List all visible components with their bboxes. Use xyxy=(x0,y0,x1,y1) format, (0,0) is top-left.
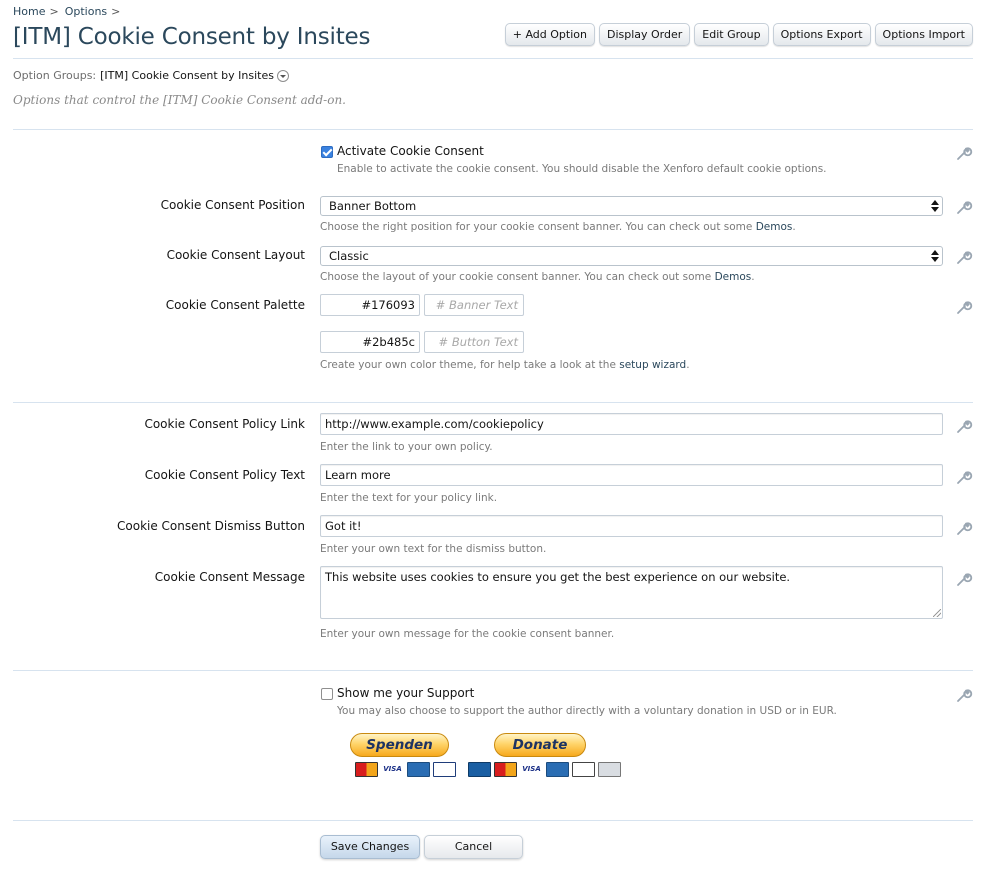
divider xyxy=(13,129,973,130)
group-description: Options that control the [ITM] Cookie Co… xyxy=(13,93,346,107)
palette-label: Cookie Consent Palette xyxy=(165,298,305,312)
usd-payment-cards: VISA xyxy=(468,762,621,777)
donate-eur-button[interactable]: Spenden xyxy=(350,733,449,757)
dismiss-hint: Enter your own text for the dismiss butt… xyxy=(320,543,547,555)
select-arrows-icon xyxy=(931,199,939,213)
options-import-button[interactable]: Options Import xyxy=(874,23,973,46)
policy-text-label: Cookie Consent Policy Text xyxy=(144,468,305,482)
banner-color-input[interactable]: #176093 xyxy=(320,294,420,316)
button-text-input[interactable]: # Button Text xyxy=(424,331,524,353)
activate-label[interactable]: Activate Cookie Consent xyxy=(337,144,484,158)
layout-hint-text: Choose the layout of your cookie consent… xyxy=(320,271,715,283)
button-color-input[interactable]: #2b485c xyxy=(320,331,420,353)
wrench-icon[interactable] xyxy=(955,570,973,588)
banner-text-input[interactable]: # Banner Text xyxy=(424,294,524,316)
policy-link-input[interactable]: http://www.example.com/cookiepolicy xyxy=(320,413,943,435)
activate-checkbox[interactable] xyxy=(321,146,333,158)
layout-label: Cookie Consent Layout xyxy=(166,248,305,262)
ec-icon xyxy=(433,762,456,777)
discover-icon xyxy=(572,762,595,777)
breadcrumb-options[interactable]: Options xyxy=(65,5,107,18)
layout-hint: Choose the layout of your cookie consent… xyxy=(320,271,755,283)
message-textarea[interactable]: This website uses cookies to ensure you … xyxy=(320,566,943,619)
position-hint: Choose the right position for your cooki… xyxy=(320,221,796,233)
breadcrumb-separator: > xyxy=(49,5,59,18)
position-label: Cookie Consent Position xyxy=(160,198,305,212)
wrench-icon[interactable] xyxy=(955,686,973,704)
wrench-icon[interactable] xyxy=(955,144,973,162)
cancel-button[interactable]: Cancel xyxy=(424,835,523,859)
option-groups: Option Groups: [ITM] Cookie Consent by I… xyxy=(13,69,289,82)
position-select[interactable]: Banner Bottom xyxy=(320,196,943,216)
select-arrows-icon xyxy=(931,249,939,263)
divider xyxy=(13,58,973,59)
palette-hint: Create your own color theme, for help ta… xyxy=(320,359,690,371)
support-hint: You may also choose to support the autho… xyxy=(337,705,837,717)
dismiss-label: Cookie Consent Dismiss Button xyxy=(117,519,305,533)
breadcrumb-separator: > xyxy=(111,5,121,18)
toolbar: + Add Option Display Order Edit Group Op… xyxy=(504,23,973,46)
message-hint: Enter your own message for the cookie co… xyxy=(320,628,615,640)
add-option-button[interactable]: + Add Option xyxy=(504,23,595,46)
breadcrumb-home[interactable]: Home xyxy=(13,5,45,18)
policy-link-hint: Enter the link to your own policy. xyxy=(320,441,493,453)
wrench-icon[interactable] xyxy=(955,198,973,216)
wrench-icon[interactable] xyxy=(955,417,973,435)
position-hint-end: . xyxy=(792,221,796,233)
display-order-button[interactable]: Display Order xyxy=(598,23,691,46)
support-label[interactable]: Show me your Support xyxy=(337,686,474,700)
layout-select[interactable]: Classic xyxy=(320,246,943,266)
divider xyxy=(13,820,973,821)
resize-grip-icon[interactable] xyxy=(933,609,941,617)
chevron-down-icon[interactable] xyxy=(276,69,289,82)
layout-select-value: Classic xyxy=(329,249,369,263)
page-title: [ITM] Cookie Consent by Insites xyxy=(13,24,371,50)
option-groups-value[interactable]: [ITM] Cookie Consent by Insites xyxy=(100,69,274,82)
breadcrumb: Home > Options > xyxy=(13,5,126,18)
amex-icon xyxy=(407,762,430,777)
bank-icon xyxy=(598,762,621,777)
visa-icon: VISA xyxy=(520,762,543,777)
maestro-icon xyxy=(468,762,491,777)
message-label: Cookie Consent Message xyxy=(154,570,305,584)
edit-group-button[interactable]: Edit Group xyxy=(694,23,769,46)
wrench-icon[interactable] xyxy=(955,468,973,486)
amex-icon xyxy=(546,762,569,777)
divider xyxy=(13,402,973,403)
policy-text-input[interactable]: Learn more xyxy=(320,464,943,486)
position-hint-text: Choose the right position for your cooki… xyxy=(320,221,756,233)
option-groups-label: Option Groups: xyxy=(13,69,97,82)
position-select-value: Banner Bottom xyxy=(329,199,417,213)
layout-hint-end: . xyxy=(751,271,755,283)
policy-text-hint: Enter the text for your policy link. xyxy=(320,492,498,504)
divider xyxy=(13,670,973,671)
wrench-icon[interactable] xyxy=(955,248,973,266)
mastercard-icon xyxy=(355,762,378,777)
support-checkbox[interactable] xyxy=(321,688,333,700)
mastercard-icon xyxy=(494,762,517,777)
policy-link-label: Cookie Consent Policy Link xyxy=(144,417,305,431)
donate-usd-button[interactable]: Donate xyxy=(494,733,586,757)
dismiss-input[interactable]: Got it! xyxy=(320,515,943,537)
position-demos-link[interactable]: Demos xyxy=(756,221,793,233)
save-changes-button[interactable]: Save Changes xyxy=(320,835,420,859)
palette-hint-text: Create your own color theme, for help ta… xyxy=(320,359,620,371)
wrench-icon[interactable] xyxy=(955,519,973,537)
palette-hint-end: . xyxy=(686,359,690,371)
eur-payment-cards: VISA xyxy=(355,762,456,777)
message-textarea-value: This website uses cookies to ensure you … xyxy=(325,570,791,584)
setup-wizard-link[interactable]: setup wizard xyxy=(619,359,686,371)
layout-demos-link[interactable]: Demos xyxy=(715,271,752,283)
visa-icon: VISA xyxy=(381,762,404,777)
wrench-icon[interactable] xyxy=(955,298,973,316)
activate-hint: Enable to activate the cookie consent. Y… xyxy=(337,163,827,175)
options-export-button[interactable]: Options Export xyxy=(772,23,871,46)
